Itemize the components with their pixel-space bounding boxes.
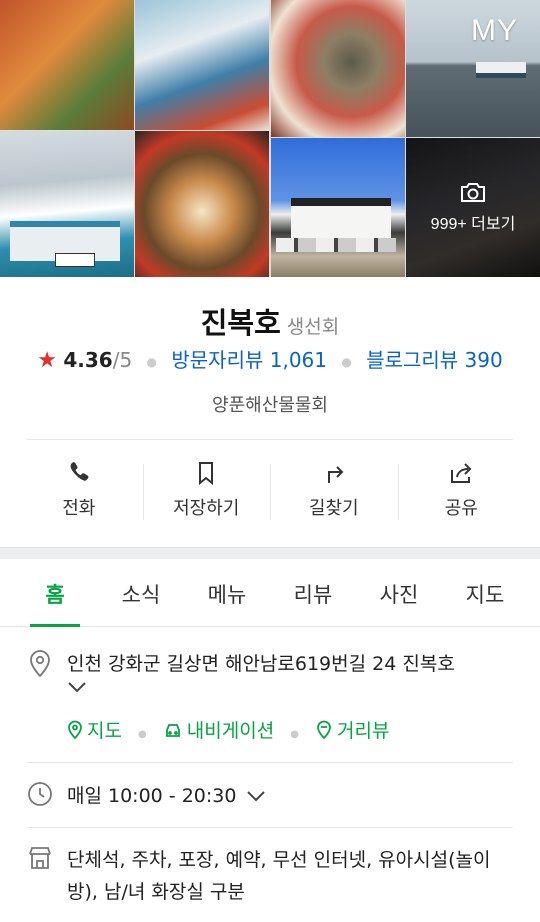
- share-button[interactable]: 공유: [397, 456, 526, 524]
- section-gap: [0, 547, 540, 559]
- street-view-link[interactable]: 거리뷰: [315, 716, 389, 743]
- street-view-icon: [317, 720, 331, 739]
- tab-reviews[interactable]: 리뷰: [270, 559, 356, 626]
- photo-gallery[interactable]: MY 999+ 더보기: [0, 0, 540, 277]
- rating-max: /5: [112, 348, 133, 372]
- call-button[interactable]: 전화: [15, 456, 143, 524]
- directions-icon: [327, 466, 344, 483]
- amenities-text: 단체석, 주차, 포장, 예약, 무선 인터넷, 유아시설(놀이방), 남/녀 …: [67, 849, 491, 903]
- map-link[interactable]: 지도: [67, 716, 122, 743]
- star-icon: ★: [37, 348, 57, 373]
- street-view-link-label: 거리뷰: [337, 720, 390, 742]
- place-subtitle: 양푼해산물물회: [212, 395, 328, 416]
- tab-news[interactable]: 소식: [98, 559, 184, 626]
- hours-row[interactable]: 매일 10:00 - 20:30: [27, 780, 513, 812]
- building-shape: [291, 198, 391, 238]
- save-button[interactable]: 저장하기: [142, 456, 271, 524]
- share-icon: [451, 463, 472, 483]
- directions-label: 길찾기: [308, 498, 359, 519]
- divider: [27, 439, 513, 440]
- chevron-down-icon[interactable]: [246, 789, 266, 803]
- store-icon: [29, 847, 51, 869]
- separator-dot: ●: [341, 354, 352, 369]
- photo-seafood-pot[interactable]: [135, 131, 269, 277]
- navigation-link-label: 내비게이션: [186, 720, 275, 742]
- pin-icon: [68, 720, 82, 739]
- directions-button[interactable]: 길찾기: [270, 456, 398, 524]
- place-category: 생선회: [286, 316, 340, 338]
- camera-icon: [461, 183, 485, 202]
- location-pin-icon: [30, 650, 50, 678]
- cars-shape: [276, 238, 396, 252]
- photo-restaurant-building[interactable]: [271, 138, 405, 277]
- place-title: 진복호 생선회: [0, 300, 540, 342]
- separator-dot: ●: [290, 728, 299, 740]
- clock-icon: [28, 782, 52, 806]
- navigation-link[interactable]: 내비게이션: [163, 716, 274, 743]
- photo-seafood-stew[interactable]: [0, 0, 134, 130]
- more-photos-button[interactable]: 999+ 더보기: [406, 180, 540, 234]
- save-label: 저장하기: [173, 498, 240, 519]
- photo-fishermen[interactable]: [135, 0, 269, 130]
- address-text: 인천 강화군 길상면 해안남로619번길 24 진복호: [67, 653, 455, 675]
- address-row: 인천 강화군 길상면 해안남로619번길 24 진복호: [27, 648, 513, 694]
- call-label: 전화: [62, 498, 96, 519]
- photo-boat[interactable]: [0, 131, 134, 277]
- my-button[interactable]: MY: [471, 14, 518, 48]
- tab-bar: 홈 소식 메뉴 리뷰 사진 지도: [0, 559, 540, 627]
- share-label: 공유: [444, 498, 478, 519]
- divider: [27, 827, 513, 828]
- visitor-reviews-link[interactable]: 방문자리뷰 1,061: [171, 348, 327, 372]
- tab-home[interactable]: 홈: [12, 559, 98, 627]
- tab-photos[interactable]: 사진: [356, 559, 442, 626]
- action-bar: 전화 저장하기 길찾기 공유: [15, 456, 525, 524]
- bookmark-icon: [199, 462, 214, 486]
- boat-shape: [476, 62, 526, 78]
- blog-reviews-link[interactable]: 블로그리뷰 390: [366, 348, 503, 372]
- photo-raw-fish[interactable]: [271, 0, 405, 137]
- chevron-down-icon[interactable]: [67, 680, 87, 694]
- map-link-label: 지도: [87, 720, 122, 742]
- amenities-row: 단체석, 주차, 포장, 예약, 무선 인터넷, 유아시설(놀이방), 남/녀 …: [27, 844, 513, 908]
- tab-map[interactable]: 지도: [442, 559, 528, 626]
- more-photos-label: 999+ 더보기: [430, 216, 516, 233]
- hours-text: 매일 10:00 - 20:30: [67, 785, 237, 807]
- separator-dot: ●: [146, 354, 158, 369]
- rating-score: 4.36: [63, 348, 113, 372]
- phone-icon: [70, 462, 89, 481]
- boat-label-shape: [55, 253, 95, 267]
- rating-row: ★ 4.36/5 ● 방문자리뷰 1,061 ● 블로그리뷰 390: [0, 344, 540, 373]
- divider: [27, 762, 513, 763]
- car-icon: [165, 723, 180, 737]
- place-name: 진복호: [200, 306, 281, 340]
- separator-dot: ●: [138, 728, 147, 740]
- tab-menu[interactable]: 메뉴: [184, 559, 270, 626]
- address-links: 지도 ● 내비게이션 ● 거리뷰: [67, 716, 389, 745]
